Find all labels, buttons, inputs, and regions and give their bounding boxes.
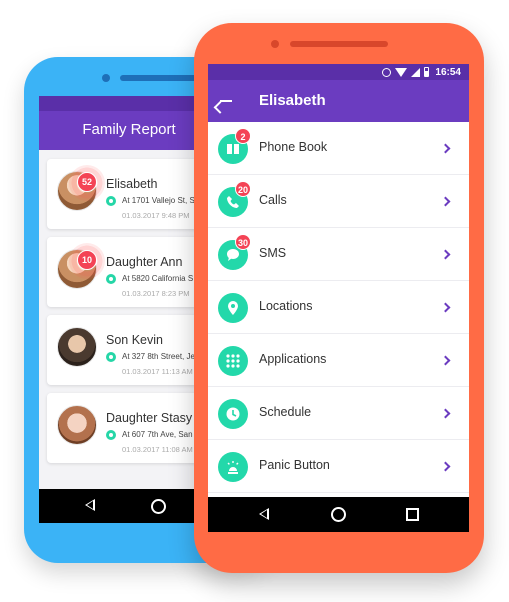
notification-badge: 20 xyxy=(235,181,252,197)
chevron-right-icon xyxy=(440,143,451,154)
page-title: Family Report xyxy=(82,121,176,138)
notification-badge: 10 xyxy=(77,250,97,270)
menu-item-phone-book[interactable]: 2 Phone Book xyxy=(208,122,469,175)
avatar: 10 xyxy=(57,243,105,289)
menu-item-calls[interactable]: 20 Calls xyxy=(208,175,469,228)
chevron-right-icon xyxy=(440,249,451,260)
avatar xyxy=(57,327,97,367)
menu-item-locations[interactable]: Locations xyxy=(208,281,469,334)
clock-icon xyxy=(218,399,248,429)
menu-item-label: Panic Button xyxy=(259,458,330,472)
signal-icon xyxy=(411,67,421,77)
avatar: 52 xyxy=(57,165,105,211)
nav-home-icon[interactable] xyxy=(331,507,346,522)
nav-back-icon[interactable] xyxy=(259,508,269,520)
contact-timestamp: 01.03.2017 11:13 AM xyxy=(122,367,193,376)
menu-item-schedule[interactable]: Schedule xyxy=(208,387,469,440)
contact-address: At 5820 California S xyxy=(122,274,194,283)
chevron-right-icon xyxy=(440,355,451,366)
location-pin-icon xyxy=(106,274,116,284)
contact-address: At 1701 Vallejo St, Sa xyxy=(122,196,200,205)
chevron-right-icon xyxy=(440,302,451,313)
contact-address: At 327 8th Street, Je xyxy=(122,352,195,361)
chevron-right-icon xyxy=(440,408,451,419)
alarm-siren-icon xyxy=(218,452,248,482)
status-icons: 16:54 xyxy=(382,66,461,78)
nav-recents-icon[interactable] xyxy=(406,508,419,521)
avatar-photo xyxy=(57,327,97,367)
contact-timestamp: 01.03.2017 8:23 PM xyxy=(122,289,190,298)
front-camera xyxy=(271,40,279,48)
nav-back-icon[interactable] xyxy=(85,499,95,511)
menu-item-label: Locations xyxy=(259,299,313,313)
status-bar: 16:54 xyxy=(208,64,469,80)
app-bar: Elisabeth xyxy=(208,80,469,122)
status-bar xyxy=(39,96,209,111)
wifi-icon xyxy=(395,67,408,77)
contact-name: Elisabeth xyxy=(106,177,158,191)
avatar xyxy=(57,405,97,445)
nav-home-icon[interactable] xyxy=(151,499,166,514)
report-card-daughter-stasy[interactable]: Daughter Stasy At 607 7th Ave, San F 01.… xyxy=(47,393,209,463)
system-nav-bar xyxy=(39,489,209,523)
contact-name: Son Kevin xyxy=(106,333,163,347)
contact-timestamp: 01.03.2017 9:48 PM xyxy=(122,211,190,220)
report-card-son-kevin[interactable]: Son Kevin At 327 8th Street, Je 01.03.20… xyxy=(47,315,209,385)
front-camera xyxy=(102,74,110,82)
apps-grid-icon xyxy=(218,346,248,376)
avatar-photo xyxy=(57,405,97,445)
report-card-elisabeth[interactable]: 52 Elisabeth At 1701 Vallejo St, Sa 01.0… xyxy=(47,159,209,229)
location-pin-icon xyxy=(218,293,248,323)
system-nav-bar xyxy=(208,497,469,532)
menu-item-panic-button[interactable]: Panic Button xyxy=(208,440,469,493)
location-pin-icon xyxy=(106,352,116,362)
location-pin-icon xyxy=(106,196,116,206)
contact-name: Daughter Stasy xyxy=(106,411,193,425)
back-arrow-icon[interactable] xyxy=(218,91,238,111)
status-time: 16:54 xyxy=(435,66,461,78)
notification-badge: 52 xyxy=(77,172,97,192)
child-detail-screen: 16:54 Elisabeth 2 Phone Book 20 Calls 30… xyxy=(208,64,469,532)
notification-badge: 30 xyxy=(235,234,252,250)
menu-item-sms[interactable]: 30 SMS xyxy=(208,228,469,281)
notification-badge: 2 xyxy=(235,128,251,144)
menu-item-applications[interactable]: Applications xyxy=(208,334,469,387)
family-report-screen: Family Report 52 Elisabeth At 1701 Valle… xyxy=(39,96,209,523)
menu-list: 2 Phone Book 20 Calls 30 SMS Locations A… xyxy=(208,122,469,493)
menu-item-label: Phone Book xyxy=(259,140,328,154)
location-pin-icon xyxy=(106,430,116,440)
menu-item-label: Applications xyxy=(259,352,327,366)
contact-name: Daughter Ann xyxy=(106,255,183,269)
family-report-header: Family Report xyxy=(39,96,209,150)
menu-item-label: Calls xyxy=(259,193,287,207)
menu-item-label: SMS xyxy=(259,246,287,260)
report-card-daughter-ann[interactable]: 10 Daughter Ann At 5820 California S 01.… xyxy=(47,237,209,307)
chevron-right-icon xyxy=(440,196,451,207)
contact-address: At 607 7th Ave, San F xyxy=(122,430,200,439)
earpiece-speaker xyxy=(290,41,388,47)
menu-item-label: Schedule xyxy=(259,405,312,419)
contact-timestamp: 01.03.2017 11:08 AM xyxy=(122,445,193,454)
page-title: Elisabeth xyxy=(259,92,326,109)
chevron-right-icon xyxy=(440,461,451,472)
alarm-icon xyxy=(382,67,392,77)
battery-icon xyxy=(424,67,430,77)
